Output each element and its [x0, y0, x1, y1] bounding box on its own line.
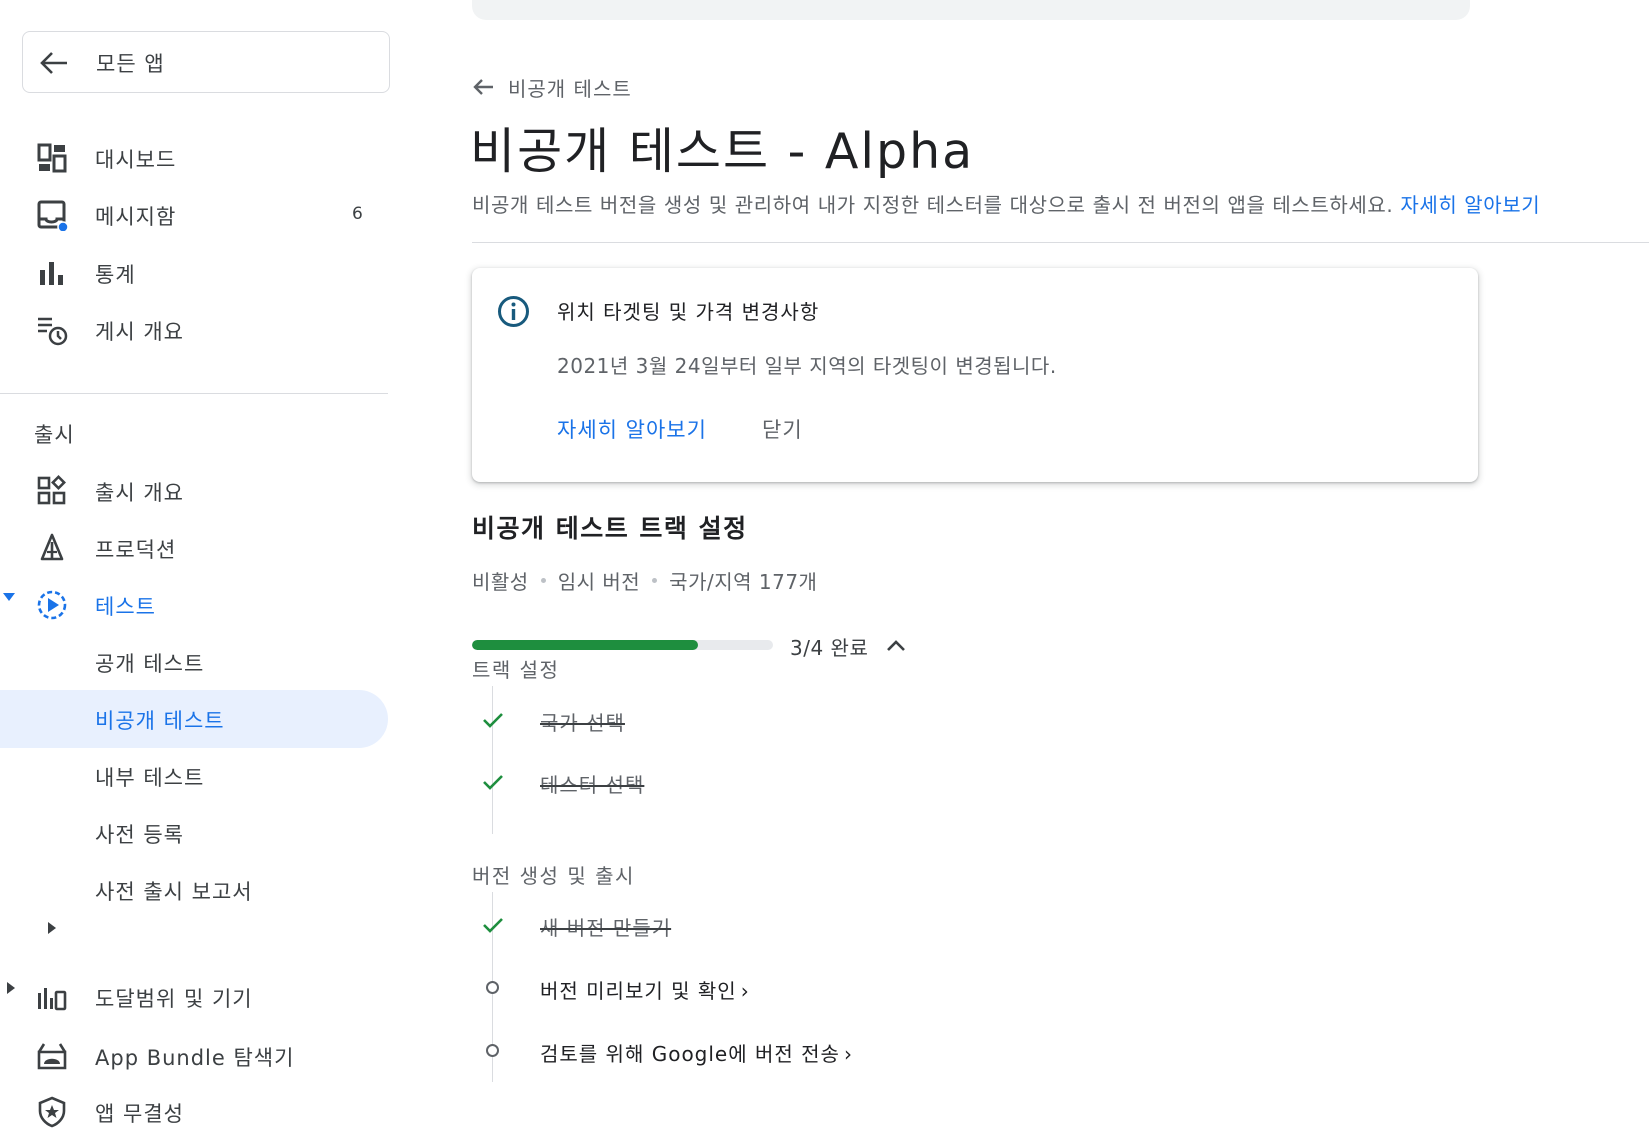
testing-icon — [37, 590, 67, 620]
group-heading-track-setup: 트랙 설정 — [472, 658, 560, 682]
notice-learn-more-button[interactable]: 자세히 알아보기 — [557, 414, 707, 444]
track-status: 비활성 — [472, 570, 529, 594]
sidebar: 모든 앱 대시보드 메시지함 6 통계 게시 개요 출시 출시 개요 프로덕션 … — [0, 0, 390, 1131]
breadcrumb-label: 비공개 테스트 — [508, 76, 632, 101]
sidebar-item-app-bundle-explorer[interactable]: App Bundle 탐색기 — [0, 1027, 390, 1085]
step-preview-and-confirm[interactable]: 버전 미리보기 및 확인 › — [472, 968, 1072, 1008]
track-meta: 비활성 임시 버전 국가/지역 177개 — [472, 566, 817, 595]
header-divider — [472, 242, 1649, 243]
step-select-countries: 국가 선택 — [472, 700, 1072, 740]
step-send-for-review[interactable]: 검토를 위해 Google에 버전 전송 › — [472, 1031, 1072, 1071]
track-version: 임시 버전 — [557, 570, 641, 594]
sidebar-item-reach-and-devices[interactable]: 도달범위 및 기기 — [0, 968, 390, 1026]
sidebar-item-label: 테스트 — [95, 595, 156, 619]
sidebar-item-label: 공개 테스트 — [95, 652, 205, 676]
all-apps-label: 모든 앱 — [96, 52, 165, 76]
notice-title: 위치 타겟팅 및 가격 변경사항 — [557, 300, 820, 324]
release-section-heading: 출시 — [34, 423, 75, 447]
step-label: 국가 선택 — [540, 711, 625, 735]
step-label: 검토를 위해 Google에 버전 전송 — [540, 1042, 840, 1066]
bar-chart-icon — [40, 262, 63, 285]
check-icon — [483, 918, 503, 933]
sidebar-item-label: 도달범위 및 기기 — [95, 987, 253, 1011]
sidebar-item-label: 사전 등록 — [95, 823, 184, 847]
inbox-count-badge: 6 — [352, 204, 363, 224]
chevron-right-icon: › — [843, 1042, 853, 1066]
step-link[interactable]: 버전 미리보기 및 확인 › — [540, 975, 750, 1004]
sidebar-item-label: App Bundle 탐색기 — [95, 1046, 295, 1070]
sidebar-item-label: 내부 테스트 — [95, 766, 205, 790]
sidebar-item-testing[interactable]: 테스트 — [0, 576, 390, 634]
expand-right-icon[interactable] — [45, 921, 59, 935]
sidebar-item-label: 출시 개요 — [95, 481, 184, 505]
top-search-bar — [472, 0, 1470, 20]
sidebar-item-dashboard[interactable]: 대시보드 — [0, 129, 390, 187]
sidebar-item-label: 사전 출시 보고서 — [95, 880, 253, 904]
sidebar-item-label: 대시보드 — [95, 148, 177, 172]
chevron-up-icon[interactable] — [885, 635, 907, 655]
arrow-back-icon — [473, 79, 493, 95]
pending-step-icon — [486, 981, 499, 994]
chevron-right-icon: › — [740, 979, 750, 1003]
sidebar-item-closed-testing[interactable]: 비공개 테스트 — [0, 690, 388, 748]
page-description: 비공개 테스트 버전을 생성 및 관리하여 내가 지정한 테스터를 대상으로 출… — [472, 189, 1540, 218]
sidebar-item-release-overview[interactable]: 출시 개요 — [0, 462, 390, 520]
step-select-testers: 테스터 선택 — [472, 762, 1072, 802]
learn-more-link[interactable]: 자세히 알아보기 — [1400, 193, 1540, 217]
production-icon — [40, 533, 64, 561]
inbox-icon — [37, 200, 68, 231]
step-link[interactable]: 검토를 위해 Google에 버전 전송 › — [540, 1038, 853, 1067]
setup-progress-fill — [472, 640, 698, 650]
sidebar-item-production[interactable]: 프로덕션 — [0, 519, 390, 577]
track-countries: 국가/지역 177개 — [669, 570, 818, 594]
notice-dismiss-button[interactable]: 닫기 — [762, 414, 803, 444]
sidebar-item-label: 프로덕션 — [95, 538, 177, 562]
info-icon — [498, 296, 529, 327]
sidebar-item-label: 비공개 테스트 — [95, 709, 225, 733]
pending-step-icon — [486, 1044, 499, 1057]
notice-body: 2021년 3월 24일부터 일부 지역의 타겟팅이 변경됩니다. — [557, 354, 1057, 378]
arrow-back-icon — [40, 52, 67, 74]
step-label: 테스터 선택 — [540, 773, 645, 797]
sidebar-item-pre-launch-report[interactable]: 사전 출시 보고서 — [0, 861, 388, 919]
sidebar-item-inbox[interactable]: 메시지함 6 — [0, 186, 390, 244]
sidebar-divider — [0, 393, 388, 394]
sidebar-item-label: 게시 개요 — [95, 320, 184, 344]
sidebar-item-app-integrity[interactable]: 앱 무결성 — [0, 1083, 390, 1131]
release-overview-icon — [37, 475, 66, 505]
sidebar-item-statistics[interactable]: 통계 — [0, 244, 390, 302]
sidebar-item-publishing-overview[interactable]: 게시 개요 — [0, 301, 390, 359]
track-section-title: 비공개 테스트 트랙 설정 — [472, 514, 748, 543]
separator-dot — [540, 578, 546, 583]
devices-chart-icon — [38, 988, 67, 1011]
setup-progress-bar — [472, 640, 773, 650]
main-content: 비공개 테스트 비공개 테스트 - Alpha 비공개 테스트 버전을 생성 및… — [470, 0, 1649, 1131]
sidebar-item-open-testing[interactable]: 공개 테스트 — [0, 633, 388, 691]
publishing-schedule-icon — [38, 317, 68, 346]
sidebar-item-label: 통계 — [95, 263, 136, 287]
sidebar-item-label: 메시지함 — [95, 205, 177, 229]
step-label: 새 버전 만들기 — [540, 916, 672, 940]
check-icon — [483, 775, 503, 790]
sidebar-item-internal-testing[interactable]: 내부 테스트 — [0, 747, 388, 805]
page-description-text: 비공개 테스트 버전을 생성 및 관리하여 내가 지정한 테스터를 대상으로 출… — [472, 193, 1394, 217]
dashboard-icon — [37, 143, 67, 173]
step-create-new-release: 새 버전 만들기 — [472, 905, 1072, 945]
android-bundle-icon — [37, 1043, 67, 1070]
all-apps-button[interactable]: 모든 앱 — [22, 31, 390, 93]
notice-card: 위치 타겟팅 및 가격 변경사항 2021년 3월 24일부터 일부 지역의 타… — [472, 268, 1478, 482]
shield-star-icon — [38, 1096, 66, 1128]
group-heading-create-release: 버전 생성 및 출시 — [472, 864, 635, 888]
step-label: 버전 미리보기 및 확인 — [540, 979, 737, 1003]
separator-dot — [652, 578, 658, 583]
breadcrumb-back-link[interactable]: 비공개 테스트 — [472, 72, 632, 102]
sidebar-item-pre-registration[interactable]: 사전 등록 — [0, 804, 388, 862]
check-icon — [483, 713, 503, 728]
sidebar-item-label: 앱 무결성 — [95, 1102, 184, 1126]
page-title: 비공개 테스트 - Alpha — [470, 123, 975, 180]
progress-text: 3/4 완료 — [790, 636, 869, 660]
